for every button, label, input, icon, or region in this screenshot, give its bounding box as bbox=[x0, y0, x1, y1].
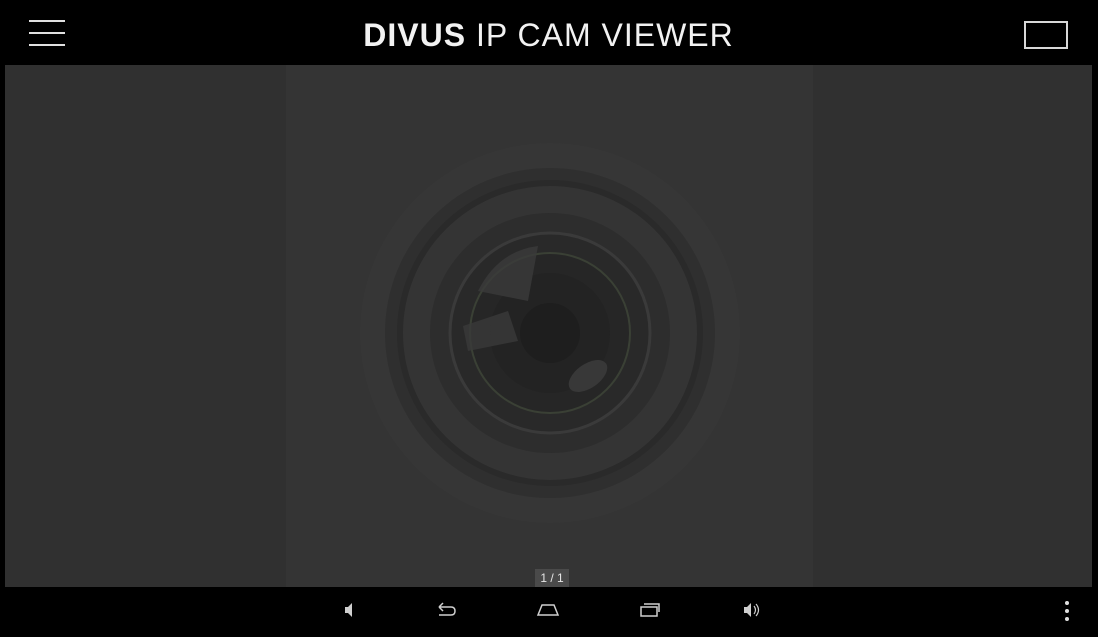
volume-up-icon[interactable] bbox=[737, 597, 765, 623]
volume-down-icon[interactable] bbox=[336, 597, 364, 623]
window-toggle-icon[interactable] bbox=[1024, 21, 1068, 49]
system-navigation-bar bbox=[5, 587, 1092, 634]
camera-viewer[interactable] bbox=[5, 65, 1092, 587]
title-rest: IP CAM VIEWER bbox=[466, 17, 734, 53]
camera-lens-icon bbox=[360, 143, 740, 523]
app-window: DIVUS IP CAM VIEWER 1 / 1 bbox=[5, 4, 1092, 634]
app-title: DIVUS IP CAM VIEWER bbox=[5, 16, 1092, 54]
title-brand: DIVUS bbox=[363, 17, 467, 53]
back-icon[interactable] bbox=[431, 597, 459, 623]
camera-placeholder bbox=[286, 65, 813, 587]
home-icon[interactable] bbox=[534, 597, 562, 623]
overflow-menu-icon[interactable] bbox=[1062, 598, 1072, 624]
top-bar: DIVUS IP CAM VIEWER bbox=[5, 4, 1092, 65]
recent-apps-icon[interactable] bbox=[636, 597, 664, 623]
page-indicator: 1 / 1 bbox=[535, 569, 569, 587]
